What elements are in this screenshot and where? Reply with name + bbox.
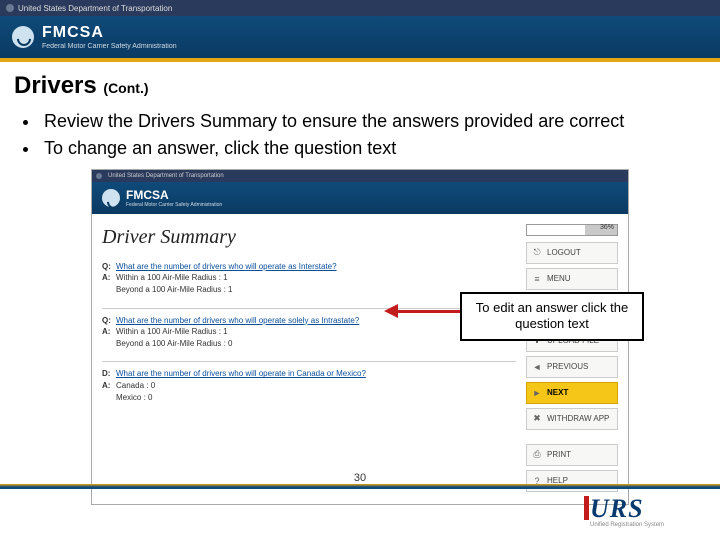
title-text: Drivers (14, 72, 97, 99)
menu-icon: ≡ (532, 274, 542, 284)
sidebar: 36% ⎋LOGOUT ≡MENU ⬇DOWNLOAD ⬆UPLOAD FILE… (526, 222, 618, 492)
footer-divider (0, 484, 720, 489)
withdraw-button[interactable]: ✖WITHDRAW APP (526, 408, 618, 430)
outer-brand-bar: FMCSA Federal Motor Carrier Safety Admin… (0, 16, 720, 62)
next-icon: ► (532, 388, 542, 398)
qa-block: Q:What are the number of drivers who wil… (102, 261, 516, 296)
progress-pct: 36% (600, 224, 614, 231)
callout-arrow-icon (377, 304, 461, 318)
page-number: 30 (0, 472, 720, 484)
inner-dept-bar: United States Department of Transportati… (92, 170, 628, 182)
inner-brand-bar: FMCSA Federal Motor Carrier Safety Admin… (92, 182, 628, 214)
qa-block: D:What are the number of drivers who wil… (102, 368, 516, 403)
a-label: A: (102, 272, 116, 284)
answer-text: Mexico : 0 (116, 392, 152, 404)
q-label: Q: (102, 315, 116, 327)
logout-button[interactable]: ⎋LOGOUT (526, 242, 618, 264)
question-link[interactable]: What are the number of drivers who will … (116, 368, 366, 380)
bullet-item: Review the Drivers Summary to ensure the… (40, 110, 670, 133)
previous-button[interactable]: ◄PREVIOUS (526, 356, 618, 378)
previous-icon: ◄ (532, 362, 542, 372)
answer-text: Beyond a 100 Air-Mile Radius : 0 (116, 338, 233, 350)
summary-title: Driver Summary (102, 226, 516, 249)
print-button[interactable]: ⎙PRINT (526, 444, 618, 466)
answer-text: Within a 100 Air-Mile Radius : 1 (116, 272, 228, 284)
brand-subtitle: Federal Motor Carrier Safety Administrat… (42, 43, 177, 50)
urs-logo: URS Unified Registration System (590, 494, 700, 534)
divider (102, 361, 516, 362)
footer: 30 URS Unified Registration System (0, 484, 720, 540)
question-link[interactable]: What are the number of drivers who will … (116, 261, 337, 273)
bullet-item: To change an answer, click the question … (40, 137, 670, 160)
print-icon: ⎙ (532, 450, 542, 460)
question-link[interactable]: What are the number of drivers who will … (116, 315, 359, 327)
progress-bar: 36% (526, 224, 618, 236)
outer-dept-text: United States Department of Transportati… (18, 4, 172, 13)
menu-button[interactable]: ≡MENU (526, 268, 618, 290)
inner-brand-name: FMCSA (126, 188, 222, 202)
a-label: A: (102, 380, 116, 392)
outer-dept-bar: United States Department of Transportati… (0, 0, 720, 16)
bullet-list: Review the Drivers Summary to ensure the… (0, 110, 720, 161)
q-label: D: (102, 368, 116, 380)
slide-title: Drivers (Cont.) (0, 62, 720, 104)
next-button[interactable]: ►NEXT (526, 382, 618, 404)
fmcsa-logo-icon (12, 26, 34, 48)
a-label: A: (102, 326, 116, 338)
withdraw-icon: ✖ (532, 414, 542, 424)
logout-icon: ⎋ (532, 248, 542, 258)
answer-text: Canada : 0 (116, 380, 155, 392)
summary-main: Driver Summary Q:What are the number of … (102, 222, 516, 492)
fmcsa-logo-icon (102, 189, 120, 207)
callout-box: To edit an answer click the question tex… (460, 292, 644, 341)
qa-block: Q:What are the number of drivers who wil… (102, 315, 516, 350)
answer-text: Within a 100 Air-Mile Radius : 1 (116, 326, 228, 338)
q-label: Q: (102, 261, 116, 273)
answer-text: Beyond a 100 Air-Mile Radius : 1 (116, 284, 233, 296)
title-suffix: (Cont.) (103, 80, 148, 96)
inner-brand-sub: Federal Motor Carrier Safety Administrat… (126, 202, 222, 208)
brand-name: FMCSA (42, 24, 177, 42)
